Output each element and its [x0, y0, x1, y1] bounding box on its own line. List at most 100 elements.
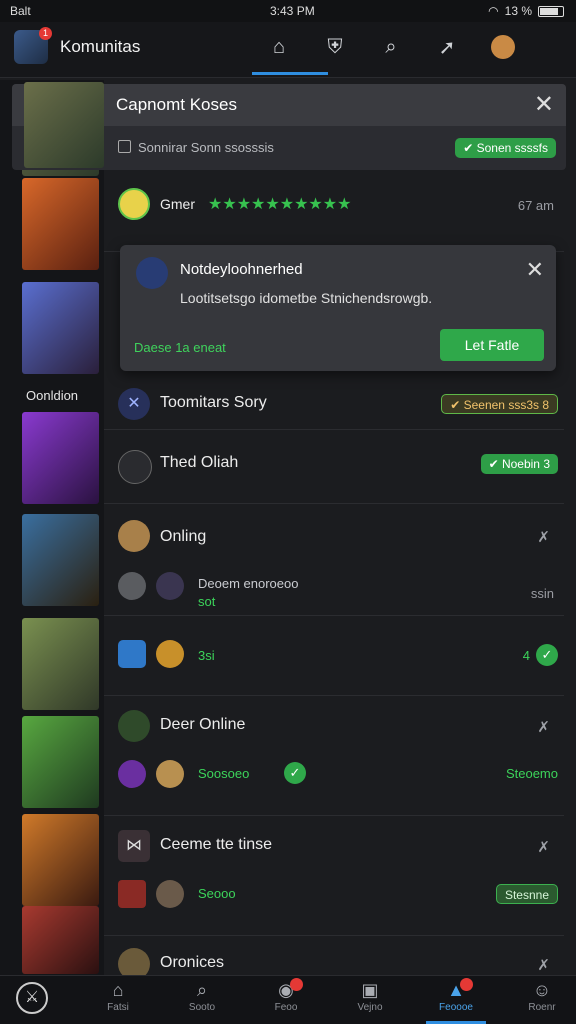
- notification-popup: Notdeyloohnerhed ✕ Lootitsetsgo idometbe…: [120, 245, 556, 371]
- game-rail: Oonldion: [0, 80, 104, 975]
- rating-stars: ★★★★★★★★★★: [208, 196, 352, 213]
- row-title: Ceeme tte tinse: [160, 836, 273, 853]
- mute-icon[interactable]: ✗: [537, 718, 550, 736]
- status-icons: ◠ 13 %: [488, 4, 564, 18]
- card-subtitle: Sonnirar Sonn ssosssis: [138, 140, 274, 155]
- game-thumbnail[interactable]: [22, 814, 99, 906]
- logo-icon[interactable]: ⚔: [16, 982, 48, 1014]
- list-item[interactable]: Oronices ✗: [104, 936, 564, 980]
- row-title: Oronices: [160, 954, 225, 971]
- shield-icon[interactable]: ⛨: [318, 30, 352, 64]
- row-title: Toomitars Sory: [160, 394, 267, 411]
- close-icon[interactable]: ✕: [526, 257, 544, 283]
- x-icon: ✕: [118, 388, 150, 420]
- tv-icon: ▣: [361, 980, 379, 1000]
- nav-item-feoo[interactable]: ◉ Feoo: [256, 978, 316, 1013]
- top-bar: 1 Komunitas ⌂ ⛨ ⌕ ➚: [0, 22, 576, 78]
- bell-icon: ▲: [426, 978, 486, 1002]
- row-title: Onling: [160, 528, 207, 545]
- mute-icon[interactable]: ✗: [537, 838, 550, 856]
- list-item[interactable]: Deer Online ✗ Soosoeo ✓ Steoemo: [104, 696, 564, 816]
- game-thumbnail[interactable]: [22, 412, 99, 504]
- user-avatar: [118, 450, 152, 484]
- nav-item-sooto[interactable]: ⌕ Sooto: [172, 980, 232, 1013]
- search-icon: ⌕: [196, 980, 208, 1000]
- nav-label: Roenr: [528, 1002, 556, 1013]
- game-thumbnail[interactable]: [24, 82, 104, 168]
- member-avatar: [118, 572, 146, 600]
- nav-item-feoooe[interactable]: ▲ Feoooe: [426, 978, 486, 1013]
- mute-icon[interactable]: ✗: [537, 528, 550, 546]
- row-title: Deer Online: [160, 716, 246, 733]
- notification-badge: [460, 978, 473, 991]
- community-list: Gmer ★★★★★★★★★★ 67 am ✕ Toomitars Sory ✔…: [104, 80, 576, 980]
- rocket-icon[interactable]: ➚: [430, 30, 464, 64]
- status-badge[interactable]: ✔ Sonen ssssfs: [455, 138, 556, 158]
- game-thumbnail[interactable]: [22, 282, 99, 374]
- member-avatar: [156, 880, 185, 908]
- game-thumbnail[interactable]: [22, 514, 99, 606]
- nav-label: Feoooe: [439, 1002, 473, 1013]
- list-item[interactable]: ✕ Toomitars Sory ✔ Seenen sss3s 8: [104, 372, 564, 430]
- member-avatars: [118, 640, 190, 668]
- notification-badge: 1: [39, 27, 52, 40]
- status-badge[interactable]: ✔ Seenen sss3s 8: [441, 394, 558, 414]
- row-status: Seooo: [198, 886, 236, 901]
- member-avatar: [118, 760, 146, 788]
- list-item[interactable]: Gmer ★★★★★★★★★★ 67 am: [104, 172, 564, 252]
- nav-label: Sooto: [188, 1002, 216, 1013]
- nav-item-fatsi[interactable]: ⌂ Fatsi: [88, 980, 148, 1013]
- list-item[interactable]: ⋈ Ceeme tte tinse ✗ Seooo Stesnne: [104, 816, 564, 936]
- notification-badge: [290, 978, 303, 991]
- list-item[interactable]: Thed Oliah ✔ Noebin 3: [104, 430, 564, 504]
- nav-label: Fatsi: [107, 1002, 129, 1013]
- community-avatar[interactable]: 1: [14, 27, 52, 64]
- user-icon: ☺: [532, 980, 552, 1000]
- row-right-status: Steoemo: [505, 766, 558, 781]
- status-badge[interactable]: Stesnne: [495, 884, 558, 904]
- mute-icon[interactable]: ✗: [537, 956, 550, 974]
- nav-item-roenr[interactable]: ☺ Roenr: [512, 980, 572, 1013]
- list-item[interactable]: Onling ✗ Deoem enoroeoo sot ssin: [104, 504, 564, 616]
- member-avatars: [118, 572, 190, 600]
- home-icon[interactable]: ⌂: [262, 30, 296, 64]
- battery-percentage: 13 %: [504, 4, 532, 18]
- bottom-nav: ⚔ ⌂ Fatsi ⌕ Sooto ◉ Feoo ▣ Vejno ▲ Feooo…: [0, 975, 576, 1024]
- battery-icon: [538, 5, 564, 17]
- bag-icon: ⌂: [112, 980, 124, 1000]
- game-thumbnail[interactable]: [22, 906, 99, 974]
- checkbox[interactable]: [118, 140, 131, 153]
- clock: 3:43 PM: [270, 4, 315, 18]
- member-avatars: [118, 760, 190, 788]
- bowtie-icon: ⋈: [118, 830, 150, 862]
- row-status: sot: [198, 594, 216, 609]
- community-header-card: Capnomt Koses ✕ Sonnirar Sonn ssosssis ✔…: [12, 82, 566, 170]
- row-status: 3si: [198, 648, 215, 663]
- popup-message: Lootitsetsgo idometbe Stnichendsrowgb.: [180, 290, 433, 306]
- popup-action-button[interactable]: Let Fatle: [440, 329, 544, 361]
- list-item[interactable]: 3si 4 ✓: [104, 616, 564, 696]
- card-title: Capnomt Koses: [116, 95, 237, 114]
- member-avatar: [118, 880, 146, 908]
- active-tab-indicator: [252, 72, 328, 75]
- close-icon[interactable]: ✕: [534, 90, 554, 119]
- check-icon[interactable]: ✓: [536, 644, 558, 666]
- popup-footer: Daese 1a eneat: [134, 340, 226, 355]
- nav-item-vejno[interactable]: ▣ Vejno: [340, 980, 400, 1013]
- user-avatar: [118, 520, 150, 552]
- game-thumbnail[interactable]: [22, 618, 99, 710]
- row-status: Soosoeo: [198, 766, 250, 781]
- timestamp: 67 am: [517, 198, 554, 213]
- row-title: Gmer: [160, 196, 195, 212]
- page-title: Komunitas: [60, 37, 141, 56]
- search-icon[interactable]: ⌕: [374, 30, 408, 64]
- status-badge[interactable]: ✔ Noebin 3: [480, 454, 558, 474]
- game-thumbnail[interactable]: [22, 716, 99, 808]
- carrier-label: Balt: [10, 4, 31, 18]
- game-thumbnail[interactable]: [22, 178, 99, 270]
- profile-avatar[interactable]: [486, 30, 520, 64]
- row-title: Thed Oliah: [160, 454, 239, 471]
- popup-avatar: [136, 257, 168, 289]
- popup-title: Notdeyloohnerhed: [180, 261, 303, 278]
- wifi-icon: ◠: [488, 4, 499, 18]
